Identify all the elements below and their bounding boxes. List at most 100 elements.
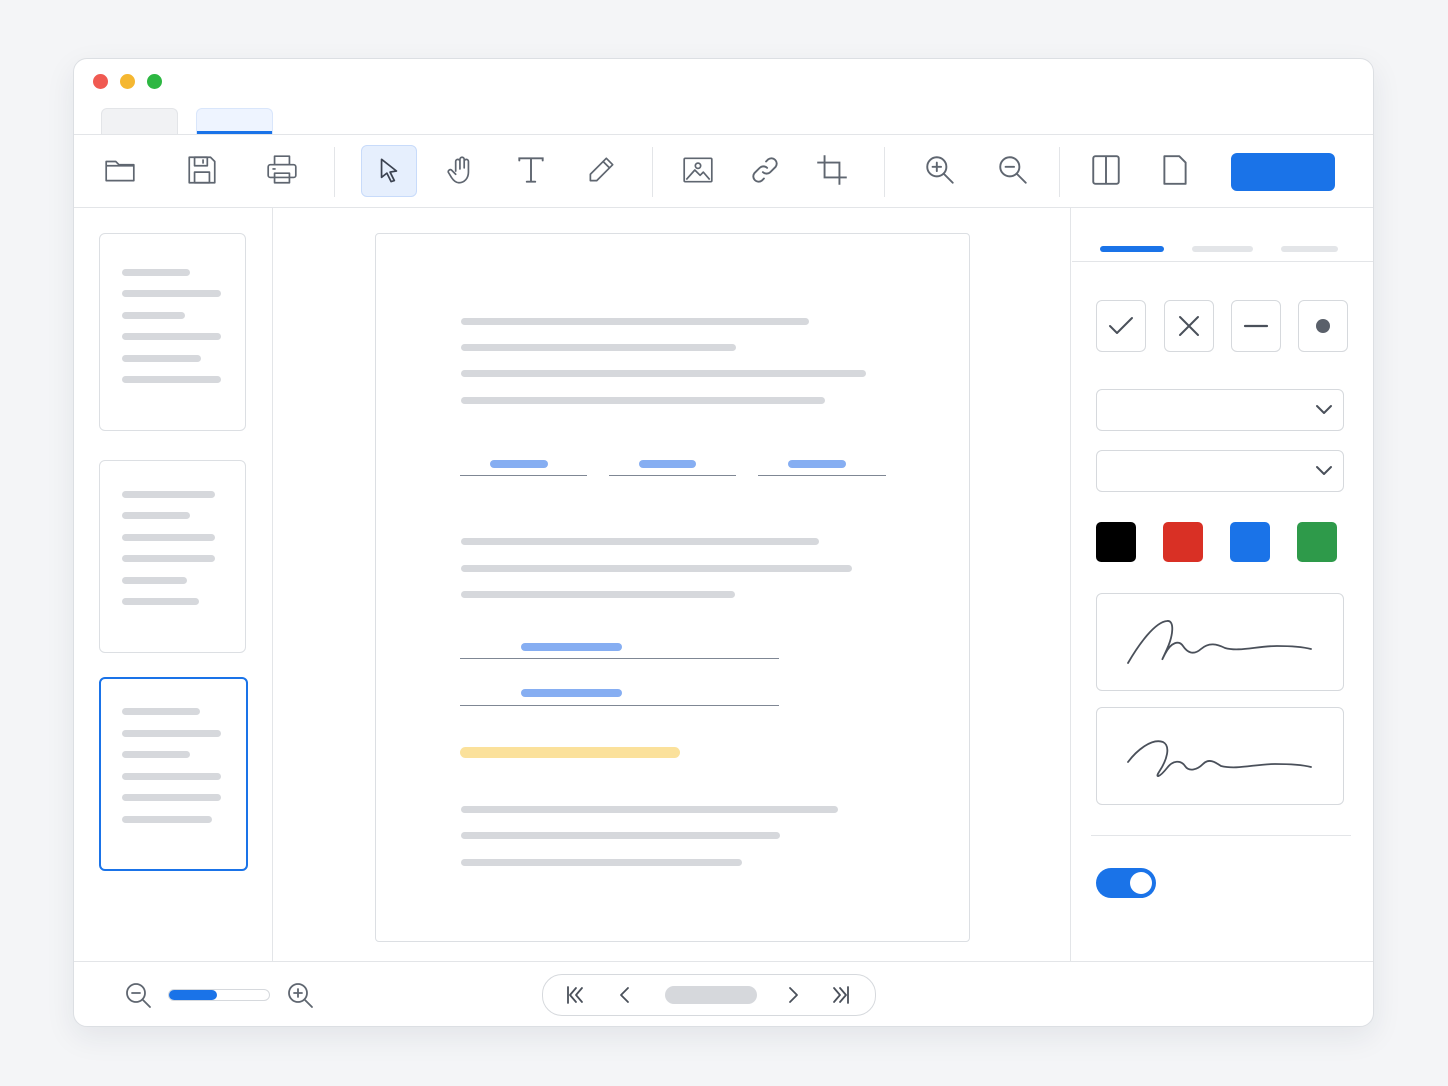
hand-icon	[447, 156, 470, 184]
prev-page-icon	[620, 987, 629, 1003]
print-button[interactable]	[261, 149, 303, 191]
page-thumbnail-3[interactable]	[99, 677, 248, 871]
panel-tab-1[interactable]	[1100, 246, 1164, 252]
prev-page-button[interactable]	[611, 981, 639, 1009]
split-view-icon	[1092, 155, 1120, 185]
next-page-icon	[789, 987, 798, 1003]
color-swatch-black[interactable]	[1096, 522, 1136, 562]
toolbar-separator	[652, 147, 653, 197]
signature-drawing	[1127, 740, 1312, 777]
text-line	[461, 832, 780, 839]
zoom-out-button[interactable]	[992, 149, 1034, 191]
form-field-value	[521, 689, 622, 697]
font-select[interactable]	[1096, 389, 1344, 431]
form-field-value	[788, 460, 846, 468]
cross-icon	[1179, 316, 1199, 336]
dash-stamp-button[interactable]	[1231, 300, 1281, 352]
panel-tab-2[interactable]	[1192, 246, 1253, 252]
text-line	[461, 344, 736, 351]
chevron-down-icon	[1316, 466, 1332, 475]
dash-icon	[1243, 324, 1269, 328]
panel-tabs-divider	[1072, 261, 1373, 262]
save-icon	[188, 156, 216, 184]
print-icon	[267, 155, 297, 184]
split-view-button[interactable]	[1085, 149, 1127, 191]
form-field-1[interactable]	[460, 475, 587, 476]
form-field-value	[639, 460, 696, 468]
hand-tool-button[interactable]	[440, 149, 482, 191]
form-field-value	[490, 460, 548, 468]
pencil-icon	[589, 157, 614, 182]
first-page-icon	[567, 986, 583, 1004]
zoom-out-small-button[interactable]	[122, 979, 154, 1011]
color-swatch-red[interactable]	[1163, 522, 1203, 562]
page-icon	[1163, 155, 1187, 185]
check-icon	[1109, 317, 1133, 334]
maximize-window-button[interactable]	[147, 74, 162, 89]
panel-section-divider	[1091, 835, 1351, 836]
zoom-slider[interactable]	[168, 989, 270, 1001]
check-stamp-button[interactable]	[1096, 300, 1146, 352]
page-navigator	[542, 974, 876, 1016]
zoom-in-small-button[interactable]	[284, 979, 316, 1011]
text-line	[461, 370, 866, 377]
page-number-indicator[interactable]	[665, 986, 757, 1004]
last-page-icon	[833, 986, 849, 1004]
primary-action-button[interactable]	[1231, 153, 1335, 191]
close-window-button[interactable]	[93, 74, 108, 89]
minimize-window-button[interactable]	[120, 74, 135, 89]
pointer-icon	[380, 158, 398, 183]
toolbar-divider	[74, 207, 1373, 208]
insert-link-button[interactable]	[744, 149, 786, 191]
text-line	[461, 565, 852, 572]
options-toggle[interactable]	[1096, 868, 1156, 898]
zoom-in-button[interactable]	[919, 149, 961, 191]
cross-stamp-button[interactable]	[1164, 300, 1214, 352]
highlight-annotation[interactable]	[460, 747, 680, 758]
size-select[interactable]	[1096, 450, 1344, 492]
select-tool-button[interactable]	[361, 145, 417, 197]
signature-option-2[interactable]	[1096, 707, 1344, 805]
tab-document-1[interactable]	[101, 108, 178, 135]
toggle-knob	[1130, 872, 1152, 894]
save-button[interactable]	[181, 149, 223, 191]
zoom-out-icon	[126, 983, 151, 1008]
chevron-down-icon	[1316, 405, 1332, 414]
insert-image-button[interactable]	[677, 149, 719, 191]
document-page[interactable]	[375, 233, 970, 942]
page-thumbnail-2[interactable]	[99, 460, 246, 653]
form-field-value	[521, 643, 622, 651]
text-line	[461, 591, 735, 598]
form-field-4[interactable]	[460, 658, 779, 659]
text-icon	[518, 157, 544, 183]
last-page-button[interactable]	[827, 981, 855, 1009]
statusbar-divider	[74, 961, 1373, 962]
link-icon	[752, 157, 778, 183]
single-page-view-button[interactable]	[1154, 149, 1196, 191]
sidebar-divider	[272, 207, 273, 961]
text-tool-button[interactable]	[510, 149, 552, 191]
form-field-5[interactable]	[460, 705, 779, 706]
crop-button[interactable]	[811, 149, 853, 191]
dot-stamp-button[interactable]	[1298, 300, 1348, 352]
app-window	[73, 58, 1374, 1027]
form-field-2[interactable]	[609, 475, 736, 476]
panel-tab-3[interactable]	[1281, 246, 1338, 252]
pencil-tool-button[interactable]	[580, 149, 622, 191]
color-swatch-blue[interactable]	[1230, 522, 1270, 562]
signature-option-1[interactable]	[1096, 593, 1344, 691]
signature-drawing	[1127, 620, 1312, 664]
image-icon	[683, 157, 713, 183]
color-swatch-green[interactable]	[1297, 522, 1337, 562]
tab-document-2[interactable]	[196, 108, 273, 135]
zoom-in-icon	[288, 983, 313, 1008]
open-button[interactable]	[99, 149, 141, 191]
text-line	[461, 859, 742, 866]
page-thumbnail-1[interactable]	[99, 233, 246, 431]
panel-divider	[1070, 207, 1071, 961]
toolbar-separator	[1059, 147, 1060, 197]
form-field-3[interactable]	[758, 475, 886, 476]
next-page-button[interactable]	[779, 981, 807, 1009]
first-page-button[interactable]	[561, 981, 589, 1009]
zoom-out-icon	[999, 156, 1027, 184]
